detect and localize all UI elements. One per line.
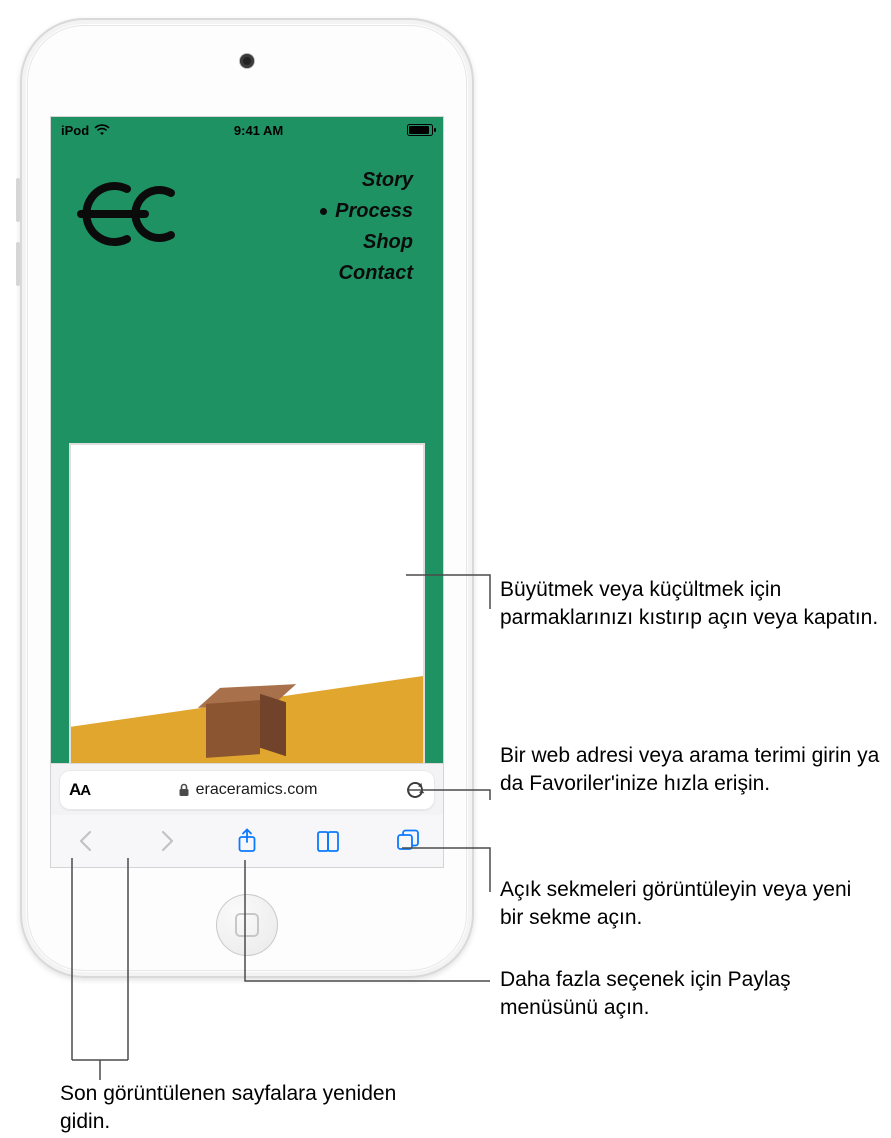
callout-tabs: Açık sekmeleri görüntüleyin veya yeni bi… — [500, 876, 880, 933]
url-text[interactable]: eraceramics.com — [98, 781, 397, 799]
ceramic-cube-illustration — [206, 684, 286, 756]
status-time: 9:41 AM — [234, 123, 283, 138]
nav-item-story[interactable]: Story — [362, 169, 413, 192]
status-left: iPod — [61, 123, 110, 138]
text-size-button[interactable]: AA — [69, 780, 90, 800]
back-button[interactable] — [69, 824, 103, 858]
callout-address: Bir web adresi veya arama terimi girin y… — [500, 742, 880, 799]
site-logo[interactable] — [75, 169, 185, 285]
product-hero-image — [69, 443, 425, 763]
bookmarks-button[interactable] — [311, 824, 345, 858]
share-button[interactable] — [230, 824, 264, 858]
callout-navback: Son görüntülenen sayfalara yeniden gidin… — [60, 1080, 440, 1137]
callout-share: Daha fazla seçenek için Paylaş menüsünü … — [500, 966, 880, 1023]
status-right — [407, 124, 433, 136]
callout-zoom: Büyütmek veya küçültmek için parmakların… — [500, 576, 880, 633]
tabs-button[interactable] — [391, 824, 425, 858]
wifi-icon — [94, 124, 110, 136]
active-bullet-icon — [320, 208, 327, 215]
nav-item-contact[interactable]: Contact — [339, 262, 413, 285]
front-camera — [240, 54, 254, 68]
site-nav: Story Process Shop Contact — [320, 169, 413, 285]
url-domain: eraceramics.com — [196, 781, 318, 799]
safari-toolbar — [51, 815, 443, 867]
volume-up-button — [16, 178, 20, 222]
web-page-content[interactable]: Story Process Shop Contact — [51, 143, 443, 763]
address-bar-container: AA eraceramics.com — [51, 763, 443, 815]
battery-icon — [407, 124, 433, 136]
device-label: iPod — [61, 123, 89, 138]
address-bar[interactable]: AA eraceramics.com — [59, 770, 435, 810]
reload-icon[interactable] — [405, 780, 425, 800]
volume-down-button — [16, 242, 20, 286]
home-button[interactable] — [216, 894, 278, 956]
forward-button[interactable] — [150, 824, 184, 858]
status-bar: iPod 9:41 AM — [51, 117, 443, 143]
ipod-device-frame: iPod 9:41 AM — [20, 18, 474, 978]
screen: iPod 9:41 AM — [50, 116, 444, 868]
nav-item-shop[interactable]: Shop — [363, 231, 413, 254]
lock-icon — [178, 783, 190, 797]
nav-item-process[interactable]: Process — [320, 200, 413, 223]
